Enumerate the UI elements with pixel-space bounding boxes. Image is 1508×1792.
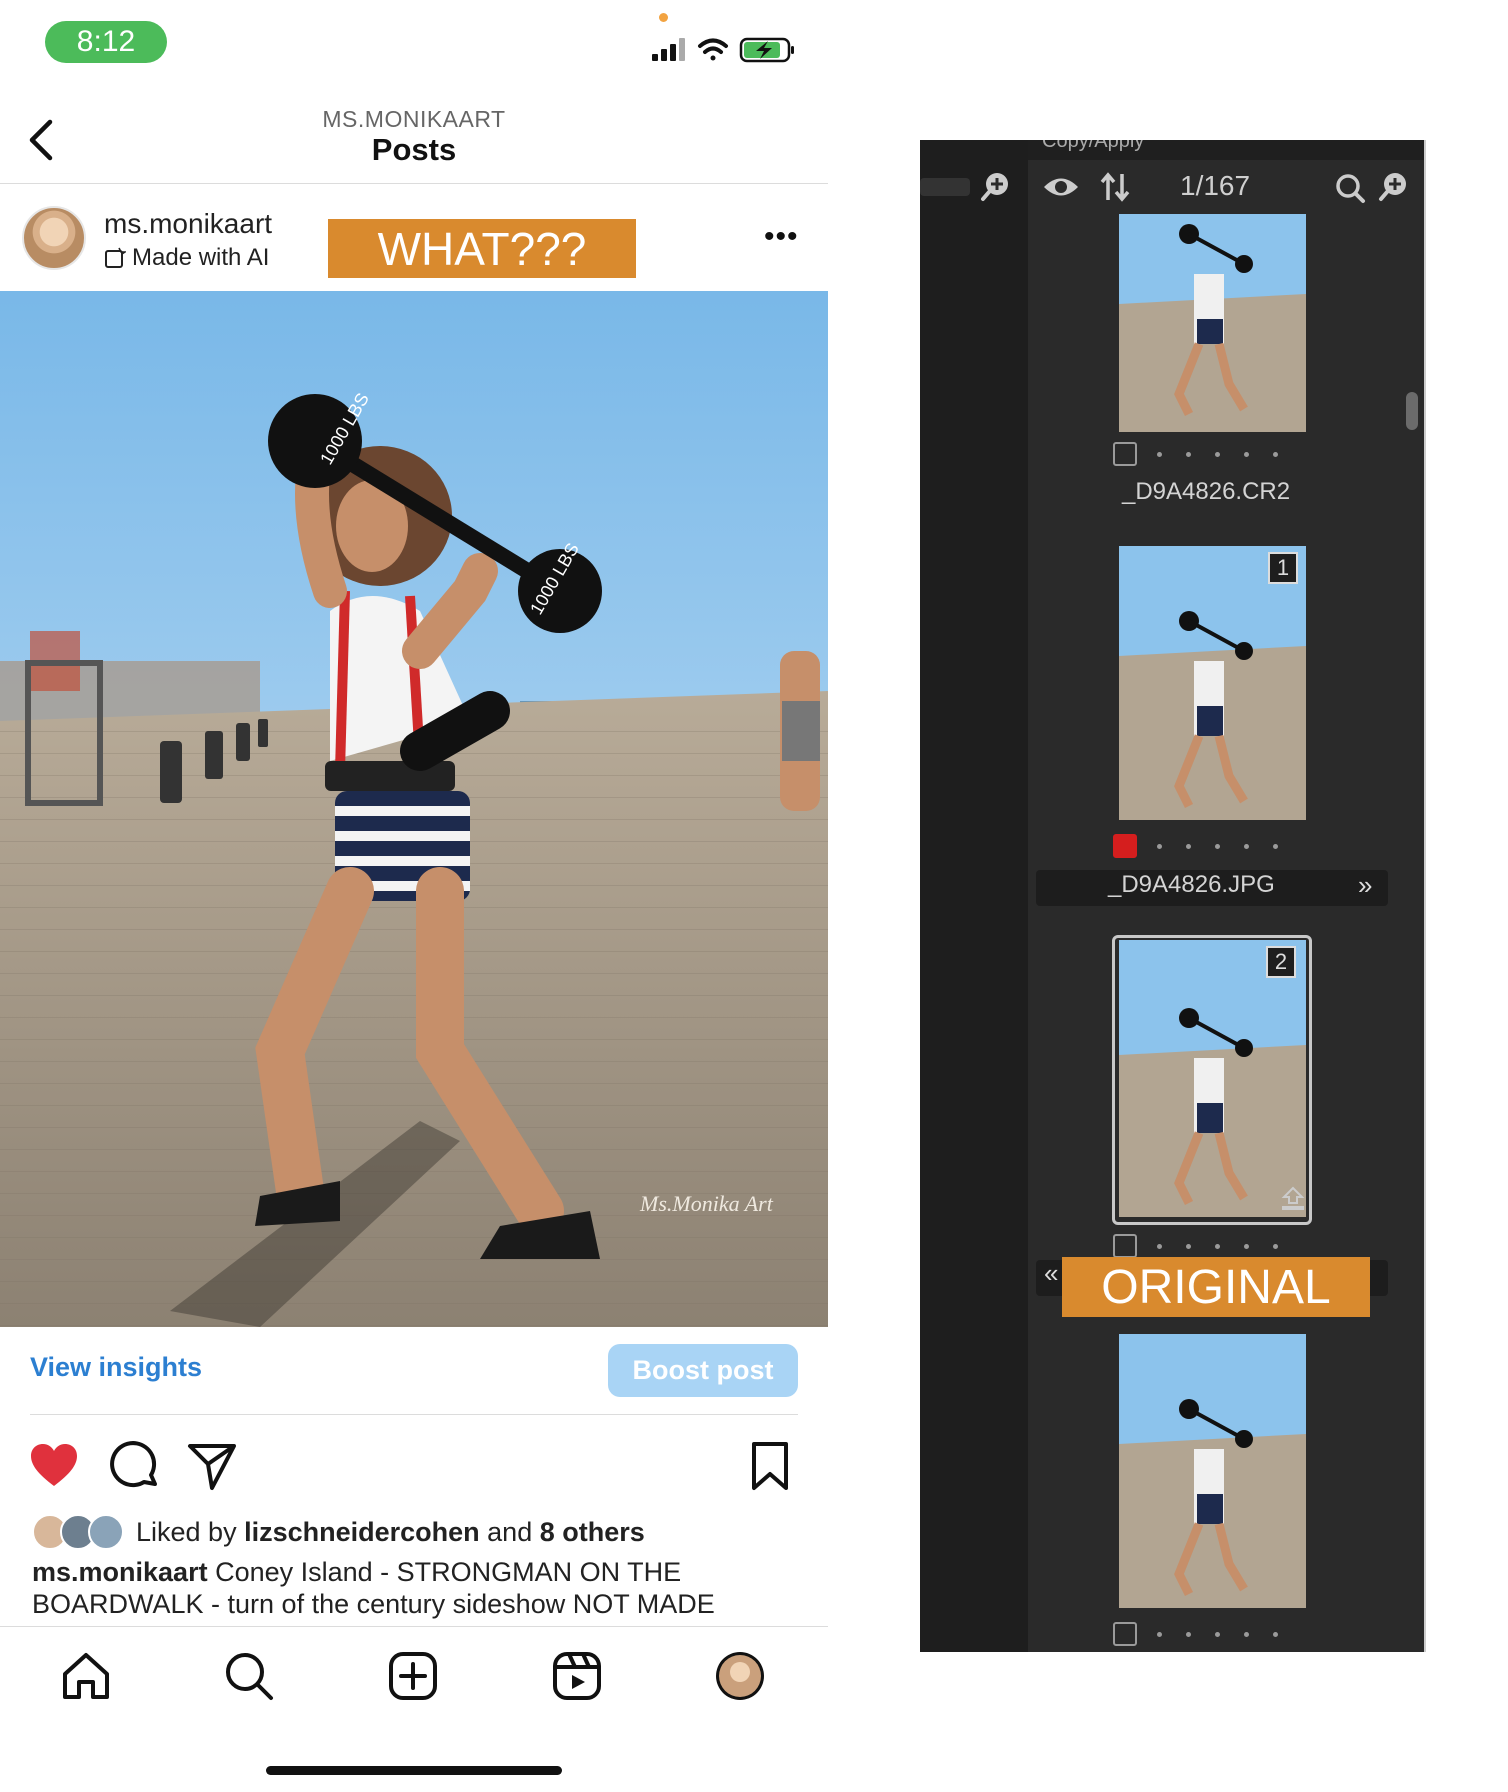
panel-left-column	[920, 140, 1028, 1652]
more-options-icon[interactable]: •••	[764, 222, 799, 252]
left-search-field[interactable]	[920, 178, 970, 196]
expand-stack-icon[interactable]: »	[1358, 870, 1372, 901]
image-counter: 1/167	[1180, 170, 1251, 201]
rating-dots[interactable]	[1157, 1243, 1278, 1249]
collapse-stack-icon[interactable]: «	[1044, 1258, 1058, 1289]
thumbnail-image[interactable]	[1119, 546, 1306, 820]
variant-badge: 2	[1266, 946, 1296, 978]
share-icon[interactable]	[186, 1440, 238, 1492]
battery-icon	[739, 37, 794, 63]
zoom-in-icon[interactable]	[980, 170, 1012, 202]
liked-by-row[interactable]: Liked by lizschneidercohen and 8 others	[32, 1514, 645, 1550]
copy-apply-label: Copy/Apply	[1042, 140, 1145, 152]
ai-label-text: Made with AI	[132, 244, 270, 271]
thumbnail-meta-row	[1113, 834, 1278, 858]
view-insights-link[interactable]: View insights	[30, 1352, 202, 1383]
rating-dots[interactable]	[1157, 451, 1278, 457]
search-icon[interactable]	[223, 1650, 275, 1702]
thumbnail-filename: _D9A4826.JPG	[1108, 871, 1275, 898]
post-caption: ms.monikaart Coney Island - STRONGMAN ON…	[32, 1556, 792, 1620]
scrollbar-thumb[interactable]	[1406, 392, 1418, 430]
annotation-what: WHAT???	[328, 219, 636, 278]
comment-icon[interactable]	[108, 1440, 160, 1492]
page-title: Posts	[371, 132, 457, 167]
liker-avatar	[88, 1514, 124, 1550]
ai-info-icon	[105, 247, 126, 268]
thumbnail-meta-row	[1113, 1622, 1278, 1646]
divider	[0, 183, 828, 184]
thumbnail-image[interactable]	[1119, 1334, 1306, 1608]
variant-badge: 1	[1268, 552, 1298, 584]
annotation-original: ORIGINAL	[1062, 1257, 1370, 1317]
color-label-red[interactable]	[1113, 834, 1137, 858]
thumbnail-filename: _D9A4826.CR2	[1122, 478, 1291, 505]
divider	[30, 1414, 798, 1415]
panel-border	[1424, 140, 1426, 1652]
select-checkbox[interactable]	[1113, 442, 1137, 466]
status-time: 8:12	[45, 21, 167, 63]
thumbnail-image[interactable]	[1119, 214, 1306, 432]
photo-browser-panel: ng Copy/Apply 1/167 _D9A4826.CR2	[920, 140, 1426, 1652]
boost-post-button[interactable]: Boost post	[608, 1344, 798, 1397]
avatar[interactable]	[22, 206, 86, 270]
thumbnail-meta-row	[1113, 1234, 1278, 1258]
home-indicator[interactable]	[266, 1766, 562, 1775]
profile-handle: MS.MONIKAART	[322, 106, 506, 132]
profile-icon[interactable]	[714, 1650, 766, 1702]
thumbnail-meta-row	[1113, 442, 1278, 466]
rating-dots[interactable]	[1157, 843, 1278, 849]
post-image[interactable]: 1000 LBS 1000 LBS Ms.Monika Art	[0, 291, 828, 1327]
caption-username: ms.monikaart	[32, 1557, 208, 1587]
instagram-screen: 8:12 MS.MONIKAART Posts ms.monikaart Mad…	[0, 0, 828, 1792]
signature: Ms.Monika Art	[639, 1191, 774, 1216]
select-checkbox[interactable]	[1113, 1234, 1137, 1258]
eye-icon[interactable]	[1042, 174, 1080, 200]
bookmark-icon[interactable]	[744, 1440, 796, 1492]
home-icon[interactable]	[60, 1650, 112, 1702]
reels-icon[interactable]	[551, 1650, 603, 1702]
zoom-in-icon[interactable]	[1378, 170, 1410, 202]
create-icon[interactable]	[387, 1650, 439, 1702]
post-username[interactable]: ms.monikaart	[104, 208, 272, 240]
status-icons	[652, 37, 794, 63]
divider	[0, 1626, 828, 1627]
export-icon[interactable]	[1280, 1186, 1306, 1212]
rating-dots[interactable]	[1157, 1631, 1278, 1637]
select-checkbox[interactable]	[1113, 1622, 1137, 1646]
wifi-icon	[698, 38, 728, 61]
thumbnail-image[interactable]	[1119, 940, 1306, 1217]
made-with-ai-label[interactable]: Made with AI	[104, 244, 269, 272]
search-icon[interactable]	[1334, 172, 1366, 204]
cellular-icon	[652, 38, 685, 61]
heart-icon[interactable]	[28, 1440, 80, 1492]
mic-indicator-dot	[659, 13, 668, 22]
liked-by-text: Liked by lizschneidercohen and 8 others	[136, 1516, 645, 1547]
sort-icon[interactable]	[1100, 172, 1130, 202]
